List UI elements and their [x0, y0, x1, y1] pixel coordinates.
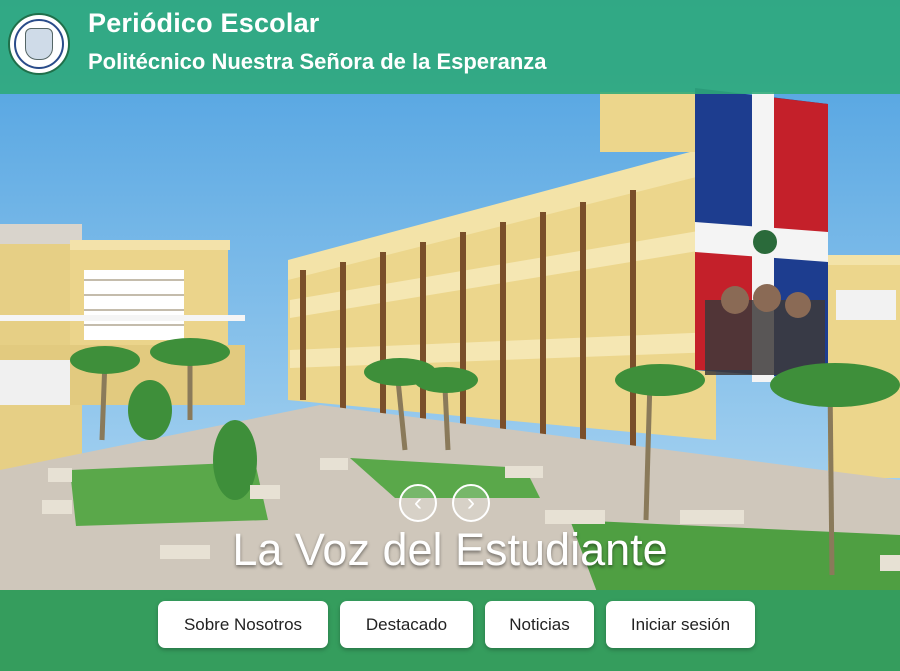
nav-noticias-button[interactable]: Noticias	[485, 601, 594, 648]
hero-title: La Voz del Estudiante	[232, 524, 668, 575]
crest-shield	[25, 28, 53, 60]
chevron-right-icon: ›	[467, 489, 475, 516]
site-subtitle: Politécnico Nuestra Señora de la Esperan…	[88, 49, 547, 74]
nav-login-button[interactable]: Iniciar sesión	[606, 601, 755, 648]
carousel-prev-button[interactable]: ‹	[399, 484, 437, 522]
chevron-left-icon: ‹	[414, 489, 422, 516]
site-title: Periódico Escolar	[88, 8, 320, 38]
nav-sobre-nosotros-button[interactable]: Sobre Nosotros	[158, 601, 328, 648]
carousel-next-button[interactable]: ›	[452, 484, 490, 522]
site-header: Periódico Escolar Politécnico Nuestra Se…	[0, 0, 900, 94]
crest-ring	[14, 19, 64, 69]
school-crest-icon[interactable]	[8, 13, 70, 75]
nav-destacado-button[interactable]: Destacado	[340, 601, 473, 648]
